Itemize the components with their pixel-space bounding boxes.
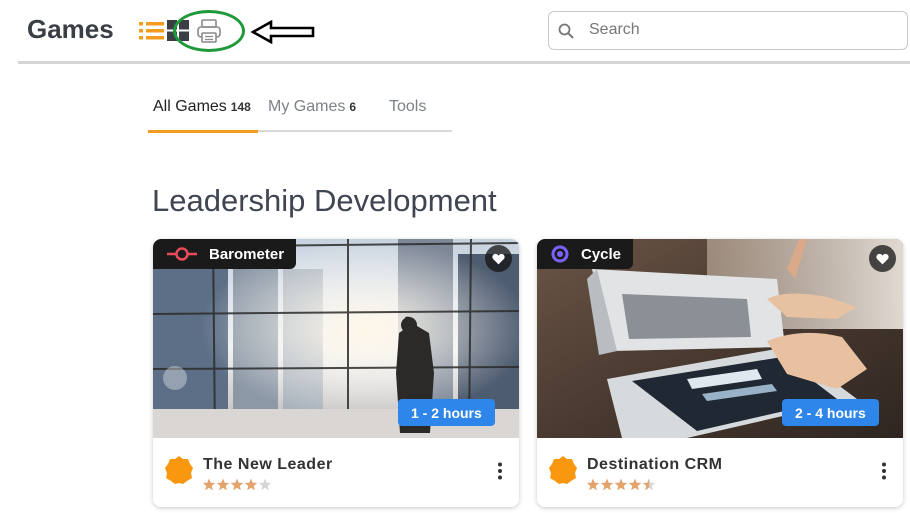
tab-count: 6 (349, 100, 357, 114)
more-options-icon[interactable] (881, 462, 887, 480)
card-tag-label: Cycle (581, 245, 622, 263)
printer-icon[interactable] (195, 17, 223, 45)
card-title[interactable]: Destination CRM (587, 456, 723, 474)
star-filled-icon (586, 478, 600, 491)
rating-stars (586, 478, 656, 491)
duration-badge: 2 - 4 hours (782, 399, 879, 426)
tab-label: All Games (153, 98, 227, 115)
annotation-arrow-icon (251, 19, 315, 45)
star-empty-icon (258, 478, 272, 491)
active-tab-indicator (148, 130, 258, 133)
game-card[interactable]: Barometer 1 - 2 hours The New Leader (153, 239, 519, 507)
duration-badge: 1 - 2 hours (398, 399, 495, 426)
card-footer: Destination CRM (537, 438, 903, 507)
tab-bar: All Games 148 My Games 6 Tools (148, 90, 452, 133)
search-icon (558, 23, 574, 39)
star-filled-icon (202, 478, 216, 491)
star-filled-icon (216, 478, 230, 491)
card-category-tag: Barometer (153, 239, 297, 269)
rating-stars (202, 478, 272, 491)
tab-label: My Games (268, 98, 346, 115)
header-divider (18, 61, 910, 64)
tab-count: 148 (230, 100, 251, 114)
card-category-tag: Cycle (537, 239, 634, 269)
heart-icon (876, 253, 889, 264)
favorite-button[interactable] (869, 245, 896, 272)
barometer-icon (167, 247, 197, 261)
star-filled-icon (230, 478, 244, 491)
search-input[interactable] (589, 15, 889, 45)
tab-label: Tools (389, 98, 427, 115)
star-filled-icon (628, 478, 642, 491)
card-footer: The New Leader (153, 438, 519, 507)
list-view-icon[interactable] (139, 21, 164, 41)
section-title: Leadership Development (152, 183, 497, 218)
search-box[interactable] (548, 11, 908, 50)
avatar (549, 456, 577, 484)
game-card[interactable]: Cycle 2 - 4 hours Destination CRM (537, 239, 903, 507)
tab-all-games[interactable]: All Games 148 (153, 98, 251, 116)
favorite-button[interactable] (485, 245, 512, 272)
cycle-icon (551, 245, 569, 263)
star-filled-icon (600, 478, 614, 491)
card-title[interactable]: The New Leader (203, 456, 333, 474)
heart-icon (492, 253, 505, 264)
avatar (165, 456, 193, 484)
tab-tools[interactable]: Tools (389, 98, 426, 116)
card-tag-label: Barometer (209, 245, 285, 263)
star-filled-icon (244, 478, 258, 491)
star-filled-icon (614, 478, 628, 491)
page-title: Games (27, 14, 114, 44)
more-options-icon[interactable] (497, 462, 503, 480)
tab-my-games[interactable]: My Games 6 (268, 98, 356, 116)
